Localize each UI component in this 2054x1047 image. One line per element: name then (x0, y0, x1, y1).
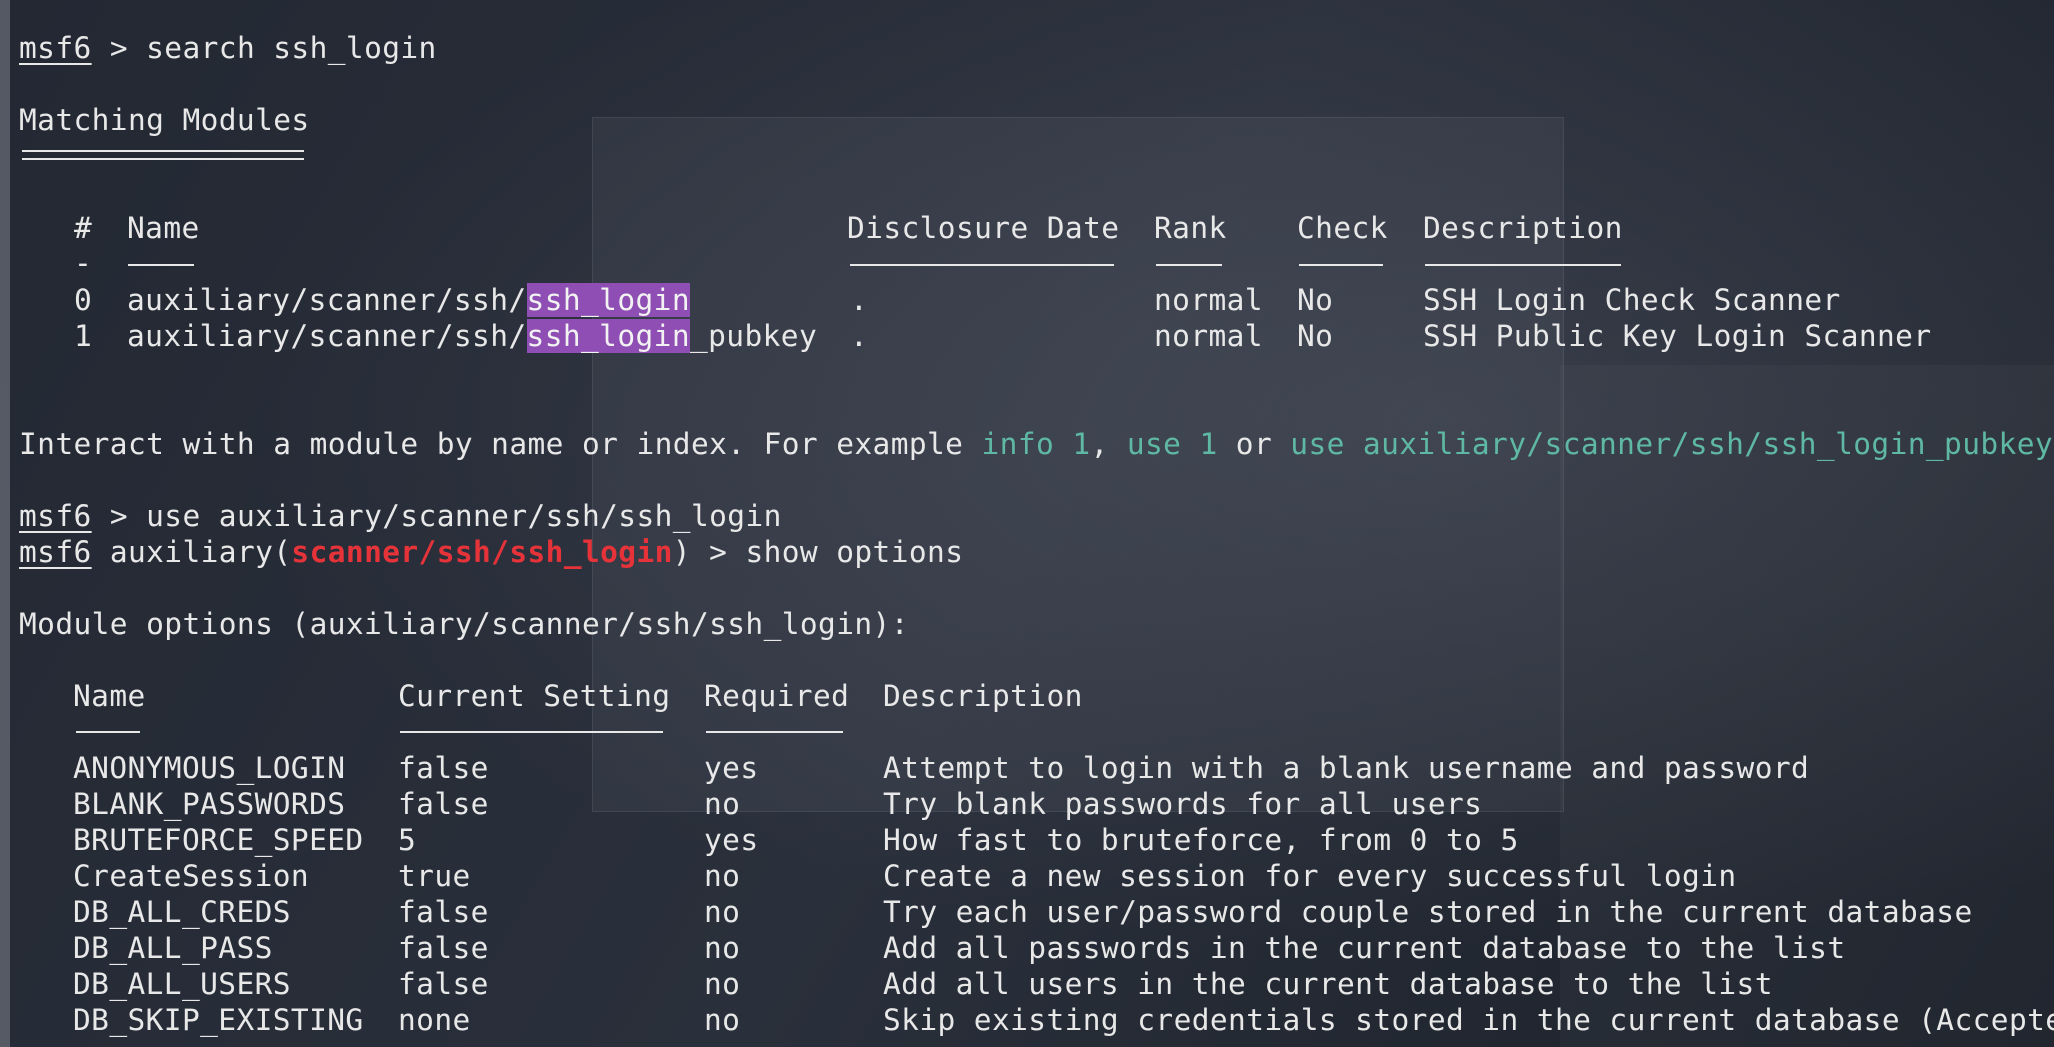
opt-header-description: Description (883, 679, 1083, 713)
option-setting: false (398, 751, 489, 785)
option-setting: none (398, 1003, 471, 1037)
msf-prompt: msf6 (19, 31, 92, 65)
module-rank: normal (1154, 283, 1263, 317)
option-required: no (704, 787, 741, 821)
use-1-link[interactable]: use 1 (1127, 427, 1218, 461)
option-description: Add all users in the current database to… (883, 967, 1773, 1001)
use-command: > use auxiliary/scanner/ssh/ssh_login (91, 499, 782, 533)
msf-prompt: msf6 (19, 535, 92, 569)
use-module-link[interactable]: use auxiliary/scanner/ssh/ssh_login_pubk… (1290, 427, 2053, 461)
option-name: BLANK_PASSWORDS (73, 787, 346, 821)
title-double-underline (22, 150, 304, 160)
col-header-rank: Rank (1154, 211, 1227, 245)
col-header-num: # (74, 211, 93, 245)
option-description: Add all passwords in the current databas… (883, 931, 1846, 965)
option-name: ANONYMOUS_LOGIN (73, 751, 346, 785)
option-setting: 5 (398, 823, 417, 857)
info-1-link[interactable]: info 1 (982, 427, 1091, 461)
option-required: yes (704, 823, 759, 857)
module-check: No (1297, 319, 1334, 353)
terminal-output[interactable]: msf6 > search ssh_login Matching Modules… (0, 0, 2054, 1047)
option-setting: true (398, 859, 471, 893)
col-header-disclosure-date: Disclosure Date (847, 211, 1120, 245)
matching-modules-title: Matching Modules (19, 103, 310, 137)
msf-prompt: msf6 (19, 499, 92, 533)
opt-setting-underline (400, 731, 663, 733)
use-command-line: msf6 > use auxiliary/scanner/ssh/ssh_log… (19, 498, 782, 534)
num-separator: - (74, 246, 93, 280)
option-required: no (704, 1003, 741, 1037)
module-date: . (850, 319, 869, 353)
option-description: Try blank passwords for all users (883, 787, 1483, 821)
option-required: no (704, 967, 741, 1001)
module-num: 1 (74, 319, 93, 353)
option-setting: false (398, 967, 489, 1001)
module-check: No (1297, 283, 1334, 317)
module-name: auxiliary/scanner/ssh/ssh_login (127, 283, 690, 317)
option-setting: false (398, 895, 489, 929)
module-date: . (850, 283, 869, 317)
rank-underline (1156, 264, 1222, 266)
interact-hint-line: Interact with a module by name or index.… (19, 427, 2054, 461)
col-header-check: Check (1297, 211, 1388, 245)
module-rank: normal (1154, 319, 1263, 353)
option-description: Create a new session for every successfu… (883, 859, 1737, 893)
show-options-command-line: msf6 auxiliary(scanner/ssh/ssh_login) > … (19, 535, 964, 569)
option-description: How fast to bruteforce, from 0 to 5 (883, 823, 1519, 857)
option-name: DB_ALL_USERS (73, 967, 291, 1001)
active-module: scanner/ssh/ssh_login (291, 535, 673, 569)
option-description: Attempt to login with a blank username a… (883, 751, 1810, 785)
col-header-name: Name (127, 211, 200, 245)
option-setting: false (398, 787, 489, 821)
option-required: no (704, 895, 741, 929)
opt-header-name: Name (73, 679, 146, 713)
module-name: auxiliary/scanner/ssh/ssh_login_pubkey (127, 319, 818, 353)
search-command: > search ssh_login (91, 31, 437, 65)
option-name: CreateSession (73, 859, 310, 893)
module-options-title: Module options (auxiliary/scanner/ssh/ss… (19, 607, 909, 641)
date-underline (850, 264, 1114, 266)
option-name: DB_ALL_PASS (73, 931, 273, 965)
opt-required-underline (706, 731, 843, 733)
module-description: SSH Public Key Login Scanner (1423, 319, 1932, 353)
module-num: 0 (74, 283, 93, 317)
option-name: BRUTEFORCE_SPEED (73, 823, 364, 857)
option-required: no (704, 859, 741, 893)
search-highlight: ssh_login (526, 319, 690, 353)
search-command-line: msf6 > search ssh_login (19, 30, 437, 66)
option-setting: false (398, 931, 489, 965)
check-underline (1299, 264, 1383, 266)
option-required: no (704, 931, 741, 965)
option-description: Skip existing credentials stored in the … (883, 1003, 2054, 1037)
col-header-description: Description (1423, 211, 1623, 245)
search-highlight: ssh_login (526, 283, 690, 317)
opt-header-required: Required (704, 679, 850, 713)
option-name: DB_ALL_CREDS (73, 895, 291, 929)
description-underline (1425, 264, 1621, 266)
module-description: SSH Login Check Scanner (1423, 283, 1841, 317)
opt-header-current-setting: Current Setting (398, 679, 671, 713)
option-required: yes (704, 751, 759, 785)
name-underline (128, 264, 194, 266)
option-name: DB_SKIP_EXISTING (73, 1003, 364, 1037)
opt-name-underline (76, 731, 140, 733)
option-description: Try each user/password couple stored in … (883, 895, 1973, 929)
